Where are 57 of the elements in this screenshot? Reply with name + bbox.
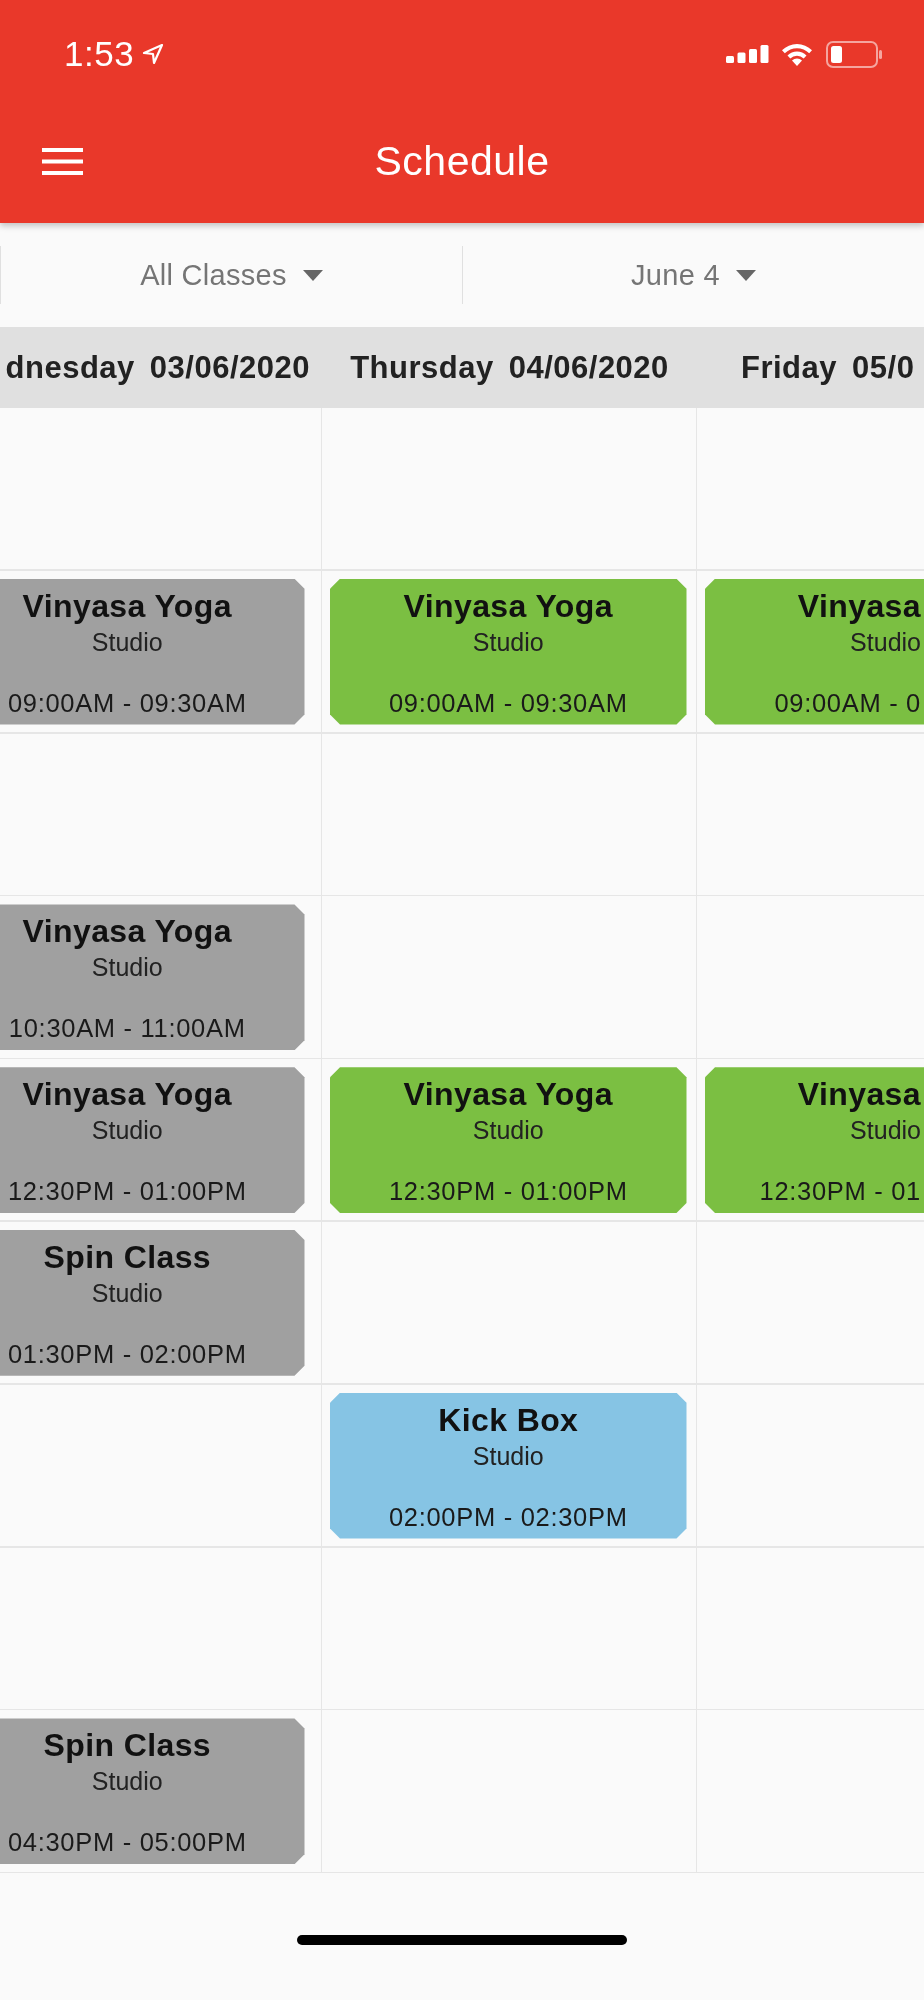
class-card[interactable]: Vinyasa Yoga Studio 10:30AM - 11:00AM bbox=[0, 904, 305, 1051]
class-location: Studio bbox=[91, 627, 163, 657]
class-card[interactable]: Vinyasa Yoga Studio 12:30PM - 01:00PM bbox=[330, 1067, 687, 1213]
class-card[interactable]: Kick Box Studio 02:00PM - 02:30PM bbox=[330, 1392, 687, 1539]
class-time: 10:30AM - 11:00AM bbox=[8, 1013, 246, 1044]
class-title: Spin Class bbox=[43, 1239, 212, 1276]
class-time: 04:30PM - 05:00PM bbox=[7, 1827, 247, 1858]
class-location: Studio bbox=[91, 1116, 163, 1146]
class-location: Studio bbox=[91, 953, 163, 983]
class-location: Studio bbox=[472, 1441, 544, 1471]
caret-icon bbox=[302, 269, 323, 281]
class-title: Vinyasa bbox=[797, 587, 921, 625]
class-time: 02:00PM - 02:30PM bbox=[388, 1501, 628, 1532]
class-title: Kick Box bbox=[438, 1401, 579, 1439]
class-title: Vinyasa Yoga bbox=[22, 587, 232, 625]
app-title: Schedule bbox=[374, 138, 550, 185]
class-title: Vinyasa Yoga bbox=[22, 1076, 232, 1114]
class-location: Studio bbox=[91, 1279, 163, 1308]
class-card[interactable]: Vinyasa Studio 12:30PM - 01 bbox=[705, 1067, 924, 1213]
class-time: 01:30PM - 02:00PM bbox=[7, 1338, 247, 1369]
class-time: 12:30PM - 01:00PM bbox=[7, 1176, 247, 1206]
date-label: 03/06/2020 bbox=[149, 349, 310, 386]
class-time: 12:30PM - 01:00PM bbox=[388, 1176, 628, 1206]
class-time: 09:00AM - 0 bbox=[774, 687, 921, 718]
class-time: 09:00AM - 09:30AM bbox=[7, 687, 247, 718]
weekday-label: Thursday bbox=[350, 349, 494, 386]
date-label: 04/06/2020 bbox=[508, 349, 669, 386]
class-title: Vinyasa Yoga bbox=[403, 1076, 613, 1114]
class-location: Studio bbox=[472, 1116, 544, 1146]
class-title: Vinyasa bbox=[797, 1076, 921, 1114]
class-card[interactable]: Vinyasa Yoga Studio 09:00AM - 09:30AM bbox=[330, 578, 687, 725]
weekday-label: dnesday bbox=[5, 349, 135, 386]
class-location: Studio bbox=[850, 1116, 921, 1146]
class-location: Studio bbox=[91, 1767, 163, 1797]
caret-icon bbox=[735, 269, 756, 281]
class-card[interactable]: Vinyasa Yoga Studio 09:00AM - 09:30AM bbox=[0, 578, 305, 725]
wifi-icon bbox=[781, 42, 813, 66]
class-title: Vinyasa Yoga bbox=[403, 587, 613, 625]
battery-icon bbox=[826, 40, 883, 68]
filter-dropdown[interactable]: June 4 bbox=[462, 246, 924, 304]
class-time: 09:00AM - 09:30AM bbox=[388, 687, 628, 718]
menu-icon[interactable] bbox=[42, 148, 83, 175]
date-label: 05/0 bbox=[852, 349, 915, 386]
class-location: Studio bbox=[472, 627, 544, 657]
status-time: 1:53 bbox=[64, 34, 135, 74]
class-card[interactable]: Spin Class Studio 04:30PM - 05:00PM bbox=[0, 1718, 305, 1865]
weekday-label: Friday bbox=[741, 349, 838, 386]
class-card[interactable]: Vinyasa Studio 09:00AM - 0 bbox=[705, 578, 924, 725]
class-card[interactable]: Spin Class Studio 01:30PM - 02:00PM bbox=[0, 1230, 305, 1376]
filter-dropdown[interactable]: All Classes bbox=[0, 246, 462, 304]
class-title: Spin Class bbox=[43, 1727, 212, 1765]
class-location: Studio bbox=[850, 627, 921, 657]
class-card[interactable]: Vinyasa Yoga Studio 12:30PM - 01:00PM bbox=[0, 1067, 305, 1213]
signal-icon bbox=[726, 45, 769, 63]
location-arrow-icon bbox=[142, 43, 165, 65]
class-title: Vinyasa Yoga bbox=[22, 913, 232, 951]
class-time: 12:30PM - 01 bbox=[759, 1176, 921, 1206]
